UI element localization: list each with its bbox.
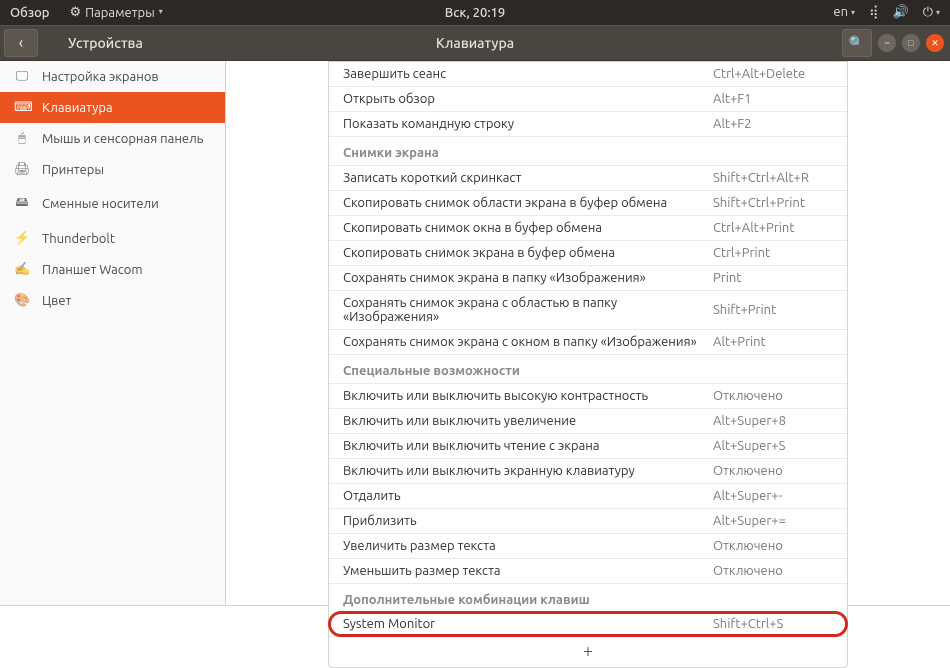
shortcut-row[interactable]: ПриблизитьAlt+Super+= xyxy=(329,508,847,533)
shortcut-row[interactable]: Открыть обзор Alt+F1 xyxy=(329,86,847,111)
sidebar-item-label: Цвет xyxy=(42,294,71,308)
sidebar-item-color[interactable]: 🎨 Цвет xyxy=(0,285,225,316)
display-icon: 🖵 xyxy=(14,69,30,84)
sidebar-item-removable[interactable]: 🖴 Сменные носители xyxy=(0,185,225,223)
shortcut-row[interactable]: Включить или выключить увеличениеAlt+Sup… xyxy=(329,408,847,433)
panel-clock[interactable]: Вск, 20:19 xyxy=(445,6,505,20)
shortcut-row[interactable]: Показать командную строку Alt+F2 xyxy=(329,111,847,136)
shortcuts-panel: Завершить сеанс Ctrl+Alt+Delete Открыть … xyxy=(328,61,848,668)
shortcut-row[interactable]: Включить или выключить чтение с экранаAl… xyxy=(329,433,847,458)
shortcut-row[interactable]: Уменьшить размер текстаОтключено xyxy=(329,558,847,583)
back-button[interactable]: ‹ xyxy=(4,29,38,57)
search-icon: 🔍 xyxy=(849,36,865,51)
printer-icon: 🖨 xyxy=(14,162,30,177)
sidebar-item-label: Настройка экранов xyxy=(42,70,159,84)
shortcut-row[interactable]: Скопировать снимок области экрана в буфе… xyxy=(329,190,847,215)
app-menu-button[interactable]: ⚙ Параметры ▾ xyxy=(64,5,169,20)
network-icon[interactable]: ⢾ xyxy=(869,6,879,19)
sidebar-item-label: Thunderbolt xyxy=(42,232,115,246)
media-icon: 🖴 xyxy=(14,193,30,215)
shortcut-row[interactable]: Включить или выключить высокую контрастн… xyxy=(329,383,847,408)
shortcut-row[interactable]: Сохранять снимок экрана в папку «Изображ… xyxy=(329,265,847,290)
lang-indicator[interactable]: en ▾ xyxy=(833,6,855,19)
sidebar-item-mouse[interactable]: 🖱 Мышь и сенсорная панель xyxy=(0,123,225,154)
keyboard-icon: ⌨ xyxy=(14,100,30,115)
shortcut-row[interactable]: Скопировать снимок окна в буфер обменаCt… xyxy=(329,215,847,240)
sidebar: 🖵 Настройка экранов ⌨ Клавиатура 🖱 Мышь … xyxy=(0,61,226,605)
page-title: Клавиатура xyxy=(436,35,514,51)
window-maximize-button[interactable]: □ xyxy=(902,34,920,52)
add-shortcut-button[interactable]: + xyxy=(329,636,847,667)
power-icon[interactable]: ⏻ ▾ xyxy=(923,6,940,19)
window-header: ‹ Устройства Клавиатура 🔍 – □ ✕ xyxy=(0,25,950,61)
sidebar-item-displays[interactable]: 🖵 Настройка экранов xyxy=(0,61,225,92)
section-header-custom: Дополнительные комбинации клавиш xyxy=(329,583,847,612)
tablet-icon: ✍ xyxy=(14,262,30,277)
custom-shortcut-row[interactable]: System Monitor Shift+Ctrl+S xyxy=(328,611,848,637)
gear-icon: ⚙ xyxy=(70,5,82,20)
shortcut-row[interactable]: Сохранять снимок экрана с окном в папку … xyxy=(329,329,847,354)
section-header-screenshots: Снимки экрана xyxy=(329,136,847,165)
window-close-button[interactable]: ✕ xyxy=(926,34,944,52)
header-section-title: Устройства xyxy=(68,35,143,51)
sidebar-item-wacom[interactable]: ✍ Планшет Wacom xyxy=(0,254,225,285)
shortcut-row[interactable]: Увеличить размер текстаОтключено xyxy=(329,533,847,558)
section-header-a11y: Специальные возможности xyxy=(329,354,847,383)
shortcut-row[interactable]: Скопировать снимок экрана в буфер обмена… xyxy=(329,240,847,265)
window-minimize-button[interactable]: – xyxy=(878,34,896,52)
sidebar-item-keyboard[interactable]: ⌨ Клавиатура xyxy=(0,92,225,123)
content-area: Завершить сеанс Ctrl+Alt+Delete Открыть … xyxy=(226,61,950,605)
sidebar-item-label: Сменные носители xyxy=(42,197,159,211)
shortcut-row[interactable]: Записать короткий скринкастShift+Ctrl+Al… xyxy=(329,165,847,190)
volume-icon[interactable]: 🔊 xyxy=(893,6,909,19)
shortcut-row[interactable]: ОтдалитьAlt+Super+- xyxy=(329,483,847,508)
sidebar-item-label: Мышь и сенсорная панель xyxy=(42,132,203,146)
app-menu-label: Параметры xyxy=(85,6,155,20)
bolt-icon: ⚡ xyxy=(14,231,30,246)
activities-button[interactable]: Обзор xyxy=(0,6,60,20)
sidebar-item-printers[interactable]: 🖨 Принтеры xyxy=(0,154,225,185)
shortcut-row[interactable]: Сохранять снимок экрана с областью в пап… xyxy=(329,290,847,329)
search-button[interactable]: 🔍 xyxy=(842,29,872,57)
sidebar-item-label: Планшет Wacom xyxy=(42,263,143,277)
shortcut-row[interactable]: Завершить сеанс Ctrl+Alt+Delete xyxy=(329,62,847,86)
sidebar-item-thunderbolt[interactable]: ⚡ Thunderbolt xyxy=(0,223,225,254)
top-panel: Обзор ⚙ Параметры ▾ Вск, 20:19 en ▾ ⢾ 🔊 … xyxy=(0,0,950,25)
shortcut-row[interactable]: Включить или выключить экранную клавиату… xyxy=(329,458,847,483)
mouse-icon: 🖱 xyxy=(14,131,30,146)
color-icon: 🎨 xyxy=(14,293,30,308)
sidebar-item-label: Клавиатура xyxy=(42,101,113,115)
dropdown-icon: ▾ xyxy=(159,7,163,16)
sidebar-item-label: Принтеры xyxy=(42,163,104,177)
